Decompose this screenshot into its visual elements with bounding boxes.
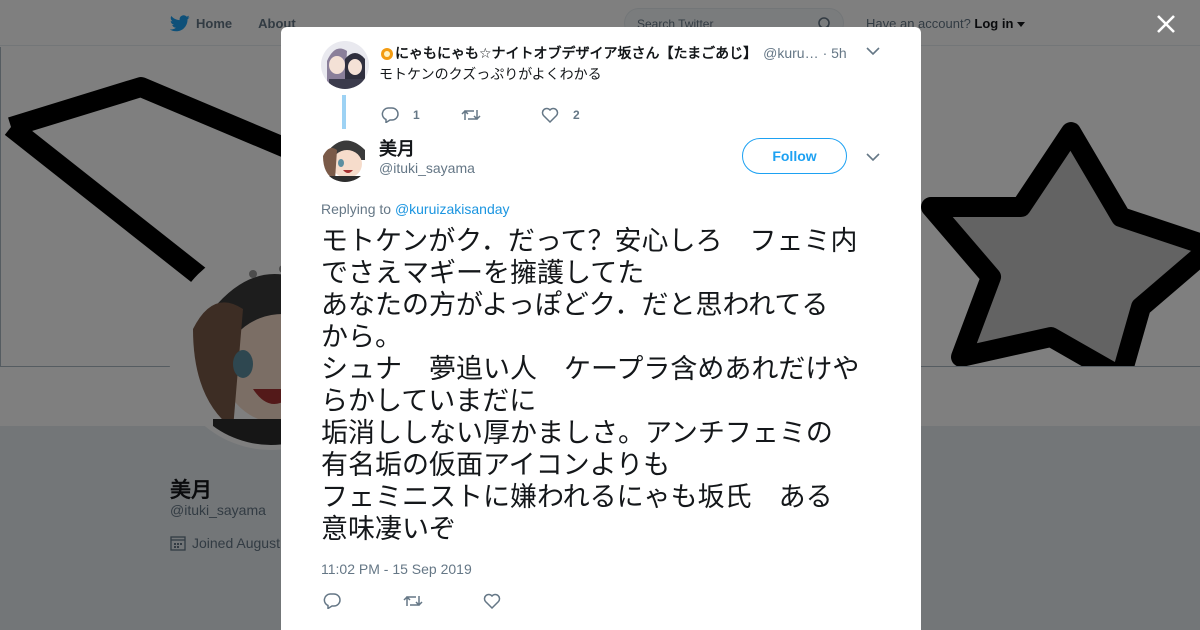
parent-reply-count: 1 [413, 108, 420, 122]
tweet-text-line: らかしていまだに [321, 386, 537, 416]
parent-like-button[interactable]: 2 [541, 107, 621, 123]
retweet-button[interactable] [403, 593, 483, 611]
parent-reply-button[interactable]: 1 [381, 107, 461, 123]
thread-connector-line [342, 95, 346, 129]
heart-icon [541, 107, 559, 123]
parent-tweet-header: にゃもにゃも☆ナイトオブデザイア坂さん【たまごあじ】 @kuru… · 5h [379, 43, 879, 63]
tweet-text-line: 意味凄いぞ [321, 514, 456, 544]
tweet-text-line: 有名垢の仮面アイコンよりも [321, 450, 671, 480]
replying-to: Replying to @kuruizakisanday [321, 201, 510, 217]
parent-retweet-button[interactable] [461, 107, 541, 123]
parent-like-count: 2 [573, 108, 580, 122]
retweet-icon [403, 595, 423, 607]
author-avatar[interactable] [321, 134, 369, 182]
retweet-icon [461, 109, 481, 121]
reply-icon [323, 593, 341, 610]
tweet-text: モトケンがク．だって？安心しろ フェミ内 でさえマギーを擁護してた あなたの方が… [321, 225, 886, 545]
tweet-text-line: モトケンがク．だって？安心しろ フェミ内 [321, 226, 858, 256]
like-button[interactable] [483, 593, 563, 611]
author-display-name[interactable]: 美月 [379, 135, 415, 161]
replying-to-link[interactable]: @kuruizakisanday [395, 201, 510, 217]
close-button[interactable] [1152, 10, 1180, 38]
parent-action-bar: 1 2 [381, 107, 621, 123]
tweet-text-line: から。 [321, 322, 402, 352]
reply-icon [381, 107, 399, 123]
reply-button[interactable] [323, 593, 403, 611]
parent-display-name[interactable]: にゃもにゃも☆ナイトオブデザイア坂さん【たまごあじ】 [395, 43, 757, 63]
tweet-modal: にゃもにゃも☆ナイトオブデザイア坂さん【たまごあじ】 @kuru… · 5h モ… [281, 27, 921, 630]
parent-avatar-image [321, 41, 369, 89]
tweet-chevron-down-icon[interactable] [866, 152, 880, 162]
tweet-action-bar [323, 593, 563, 611]
tweet-text-line: シュナ 夢追い人 ケープラ含めあれだけや [321, 354, 860, 384]
tweet-text-line: あなたの方がよっぽどク．だと思われてる [321, 290, 829, 320]
parent-chevron-down-icon[interactable] [866, 46, 880, 56]
follow-button[interactable]: Follow [742, 138, 847, 174]
parent-avatar[interactable] [321, 41, 369, 89]
replying-prefix: Replying to [321, 201, 392, 217]
close-icon [1157, 15, 1175, 33]
parent-handle[interactable]: @kuru… [763, 45, 818, 61]
tweet-text-line: 垢消ししない厚かましさ。アンチフェミの [321, 418, 833, 448]
tweet-text-line: でさえマギーを擁護してた [321, 258, 645, 288]
tweet-timestamp[interactable]: 11:02 PM - 15 Sep 2019 [321, 561, 472, 577]
author-avatar-image [321, 134, 369, 182]
tamago-emoji-icon [381, 48, 393, 60]
author-handle[interactable]: @ituki_sayama [379, 160, 475, 176]
parent-tweet-text: モトケンのクズっぷりがよくわかる [379, 66, 602, 82]
tweet-text-line: フェミニストに嫌われるにゃも坂氏 ある [321, 482, 833, 512]
heart-icon [483, 593, 501, 610]
parent-timestamp[interactable]: · 5h [823, 45, 847, 61]
